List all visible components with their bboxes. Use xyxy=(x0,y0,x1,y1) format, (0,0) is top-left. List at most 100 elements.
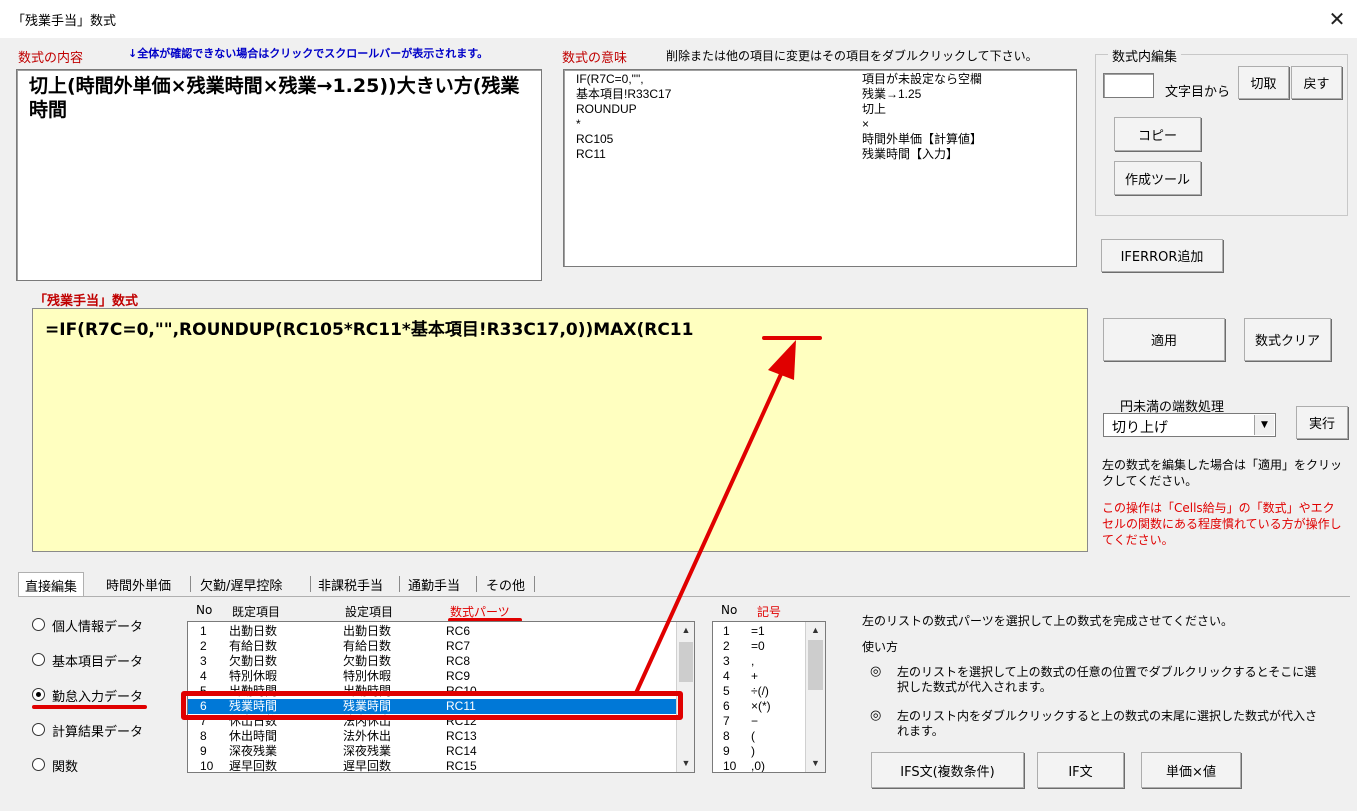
undo-button[interactable]: 戻す xyxy=(1291,66,1342,99)
list-cell-default: 休出日数 xyxy=(229,714,278,728)
list-cell-no: 8 xyxy=(200,729,207,743)
radio-attendance-label[interactable]: 勤怠入力データ xyxy=(52,686,143,705)
char-position-input[interactable] xyxy=(1103,73,1154,98)
clear-formula-button[interactable]: 数式クリア xyxy=(1244,318,1331,361)
list-cell-no: 7 xyxy=(200,714,207,728)
content-label: 数式の内容 xyxy=(18,51,84,66)
list-item[interactable]: 6 ×(*) xyxy=(713,699,805,714)
list-item[interactable]: 1 =1 xyxy=(713,624,805,639)
tab-overtime-unit[interactable]: 時間外単価 xyxy=(100,572,177,596)
list-cell-setting: 法内休出 xyxy=(343,714,392,728)
list-item[interactable]: 7− xyxy=(713,714,805,729)
list-item[interactable]: 10 遅早回数 遅早回数 RC15 xyxy=(188,759,676,773)
inline-edit-title: 数式内編集 xyxy=(1108,46,1182,65)
list-item[interactable]: 8( xyxy=(713,729,805,744)
bullet-icon: ◎ xyxy=(870,708,882,723)
apply-button[interactable]: 適用 xyxy=(1103,318,1225,361)
list-item[interactable]: 2 有給日数 有給日数 RC7 xyxy=(188,639,676,654)
list-cell-setting: 出勤日数 xyxy=(343,624,392,638)
iferror-add-button[interactable]: IFERROR追加 xyxy=(1101,239,1223,272)
tab-separator xyxy=(534,576,535,592)
list-cell-no: 5 xyxy=(723,684,730,698)
list-cell-default: 有給日数 xyxy=(229,639,278,653)
list-item[interactable]: 3 欠勤日数 欠勤日数 RC8 xyxy=(188,654,676,669)
list-cell-no: 4 xyxy=(200,669,207,683)
list-cell-default: 遅早回数 xyxy=(229,759,278,773)
list-item[interactable]: 5 ÷(/) xyxy=(713,684,805,699)
symbol-scrollbar[interactable]: ▲ ▼ xyxy=(805,622,825,772)
tab-direct-edit[interactable]: 直接編集 xyxy=(18,572,85,596)
radio-calc-result[interactable] xyxy=(32,723,45,736)
radio-personal[interactable] xyxy=(32,618,45,631)
list-cell-sym: + xyxy=(751,669,759,683)
meaning-row[interactable]: ROUNDUP 切上 xyxy=(576,102,1064,117)
list-cell-no: 2 xyxy=(200,639,207,653)
formula-label: 「残業手当」数式 xyxy=(34,294,139,309)
tab-separator xyxy=(310,576,311,592)
list-cell-setting: 残業時間 xyxy=(343,699,392,713)
meaning-label: 数式の意味 xyxy=(562,51,628,66)
scroll-up-icon[interactable]: ▲ xyxy=(677,622,694,639)
unit-value-button[interactable]: 単価×値 xyxy=(1141,752,1241,788)
radio-calc-result-label[interactable]: 計算結果データ xyxy=(52,721,143,740)
formula-content-box[interactable]: 切上(時間外単価×残業時間×残業→1.25))大きい方(残業時間 xyxy=(16,69,542,281)
meaning-row[interactable]: RC105 時間外単価【計算値】 xyxy=(576,132,1064,147)
list-cell-setting: 特別休暇 xyxy=(343,669,392,683)
close-icon[interactable]: ✕ xyxy=(1322,4,1352,34)
howto-title: 使い方 xyxy=(862,640,899,654)
list-cell-part: RC15 xyxy=(446,759,477,773)
meaning-row[interactable]: IF(R7C=0,"", 項目が未設定なら空欄 xyxy=(576,72,1064,87)
list-cell-no: 3 xyxy=(200,654,207,668)
formula-editor[interactable]: =IF(R7C=0,"",ROUNDUP(RC105*RC11*基本項目!R33… xyxy=(32,308,1088,552)
create-tool-button[interactable]: 作成ツール xyxy=(1114,161,1201,195)
radio-basic[interactable] xyxy=(32,653,45,666)
tab-absence-deduction[interactable]: 欠勤/遅早控除 xyxy=(194,572,288,596)
list-item[interactable]: 10 ,0) xyxy=(713,759,805,772)
list-item[interactable]: 9 深夜残業 深夜残業 RC14 xyxy=(188,744,676,759)
ifs-button[interactable]: IFS文(複数条件) xyxy=(871,752,1024,788)
copy-button[interactable]: コピー xyxy=(1114,117,1201,151)
formula-tail-underline xyxy=(762,336,822,340)
scroll-thumb[interactable] xyxy=(679,642,693,682)
cut-button[interactable]: 切取 xyxy=(1238,66,1289,99)
scroll-down-icon[interactable]: ▼ xyxy=(677,755,694,772)
symbol-header-no: No xyxy=(721,603,738,617)
meaning-row[interactable]: * × xyxy=(576,117,1064,132)
list-cell-setting: 深夜残業 xyxy=(343,744,392,758)
radio-attendance[interactable] xyxy=(32,688,45,701)
list-item[interactable]: 8 休出時間 法外休出 RC13 xyxy=(188,729,676,744)
list-item[interactable]: 7 休出日数 法内休出 RC12 xyxy=(188,714,676,729)
list-item[interactable]: 5 出勤時間 出勤時間 RC10 xyxy=(188,684,676,699)
tab-commute[interactable]: 通勤手当 xyxy=(402,572,466,596)
radio-function-label[interactable]: 関数 xyxy=(52,756,78,775)
radio-function[interactable] xyxy=(32,758,45,771)
list-cell-no: 1 xyxy=(723,624,730,638)
meaning-row[interactable]: 基本項目!R33C17 残業→1.25 xyxy=(576,87,1064,102)
list-item[interactable]: 1 出勤日数 出勤日数 RC6 xyxy=(188,624,676,639)
list-item[interactable]: 6 残業時間 残業時間 RC11 xyxy=(188,699,676,714)
scroll-up-icon[interactable]: ▲ xyxy=(806,622,825,639)
list-cell-default: 残業時間 xyxy=(229,699,278,713)
meaning-list[interactable]: IF(R7C=0,"", 項目が未設定なら空欄 基本項目!R33C17 残業→1.2… xyxy=(563,69,1077,267)
list-item[interactable]: 4 特別休暇 特別休暇 RC9 xyxy=(188,669,676,684)
radio-personal-label[interactable]: 個人情報データ xyxy=(52,616,143,635)
tab-tax-exempt[interactable]: 非課税手当 xyxy=(312,572,389,596)
list-item[interactable]: 2 =0 xyxy=(713,639,805,654)
radio-basic-label[interactable]: 基本項目データ xyxy=(52,651,143,670)
scroll-down-icon[interactable]: ▼ xyxy=(806,755,825,772)
list-cell-sym: ( xyxy=(751,729,755,743)
exec-button[interactable]: 実行 xyxy=(1296,406,1348,439)
if-button[interactable]: IF文 xyxy=(1037,752,1124,788)
meaning-row[interactable]: RC11 残業時間【入力】 xyxy=(576,147,1064,162)
chevron-down-icon[interactable]: ▼ xyxy=(1254,415,1274,435)
parts-scrollbar[interactable]: ▲ ▼ xyxy=(676,622,694,772)
list-cell-sym: ÷(/) xyxy=(751,684,769,698)
parts-listbox[interactable]: 1 出勤日数 出勤日数 RC6 2 有給日数 有給日数 RC7 3 欠勤日数 欠勤日数 RC8 4 特別休… xyxy=(187,621,695,773)
scroll-thumb[interactable] xyxy=(808,640,823,690)
list-item[interactable]: 9) xyxy=(713,744,805,759)
scroll-hint[interactable]: ↓全体が確認できない場合はクリックでスクロールバーが表示されます。 xyxy=(128,45,488,61)
tab-other[interactable]: その他 xyxy=(480,572,531,596)
list-item[interactable]: 4 + xyxy=(713,669,805,684)
symbol-listbox[interactable]: 1 =1 2 =0 3, 4 +5 ÷(/) 6 ×(*) 7−8(9) 10,0) ▲ ▼ xyxy=(712,621,826,773)
list-item[interactable]: 3, xyxy=(713,654,805,669)
